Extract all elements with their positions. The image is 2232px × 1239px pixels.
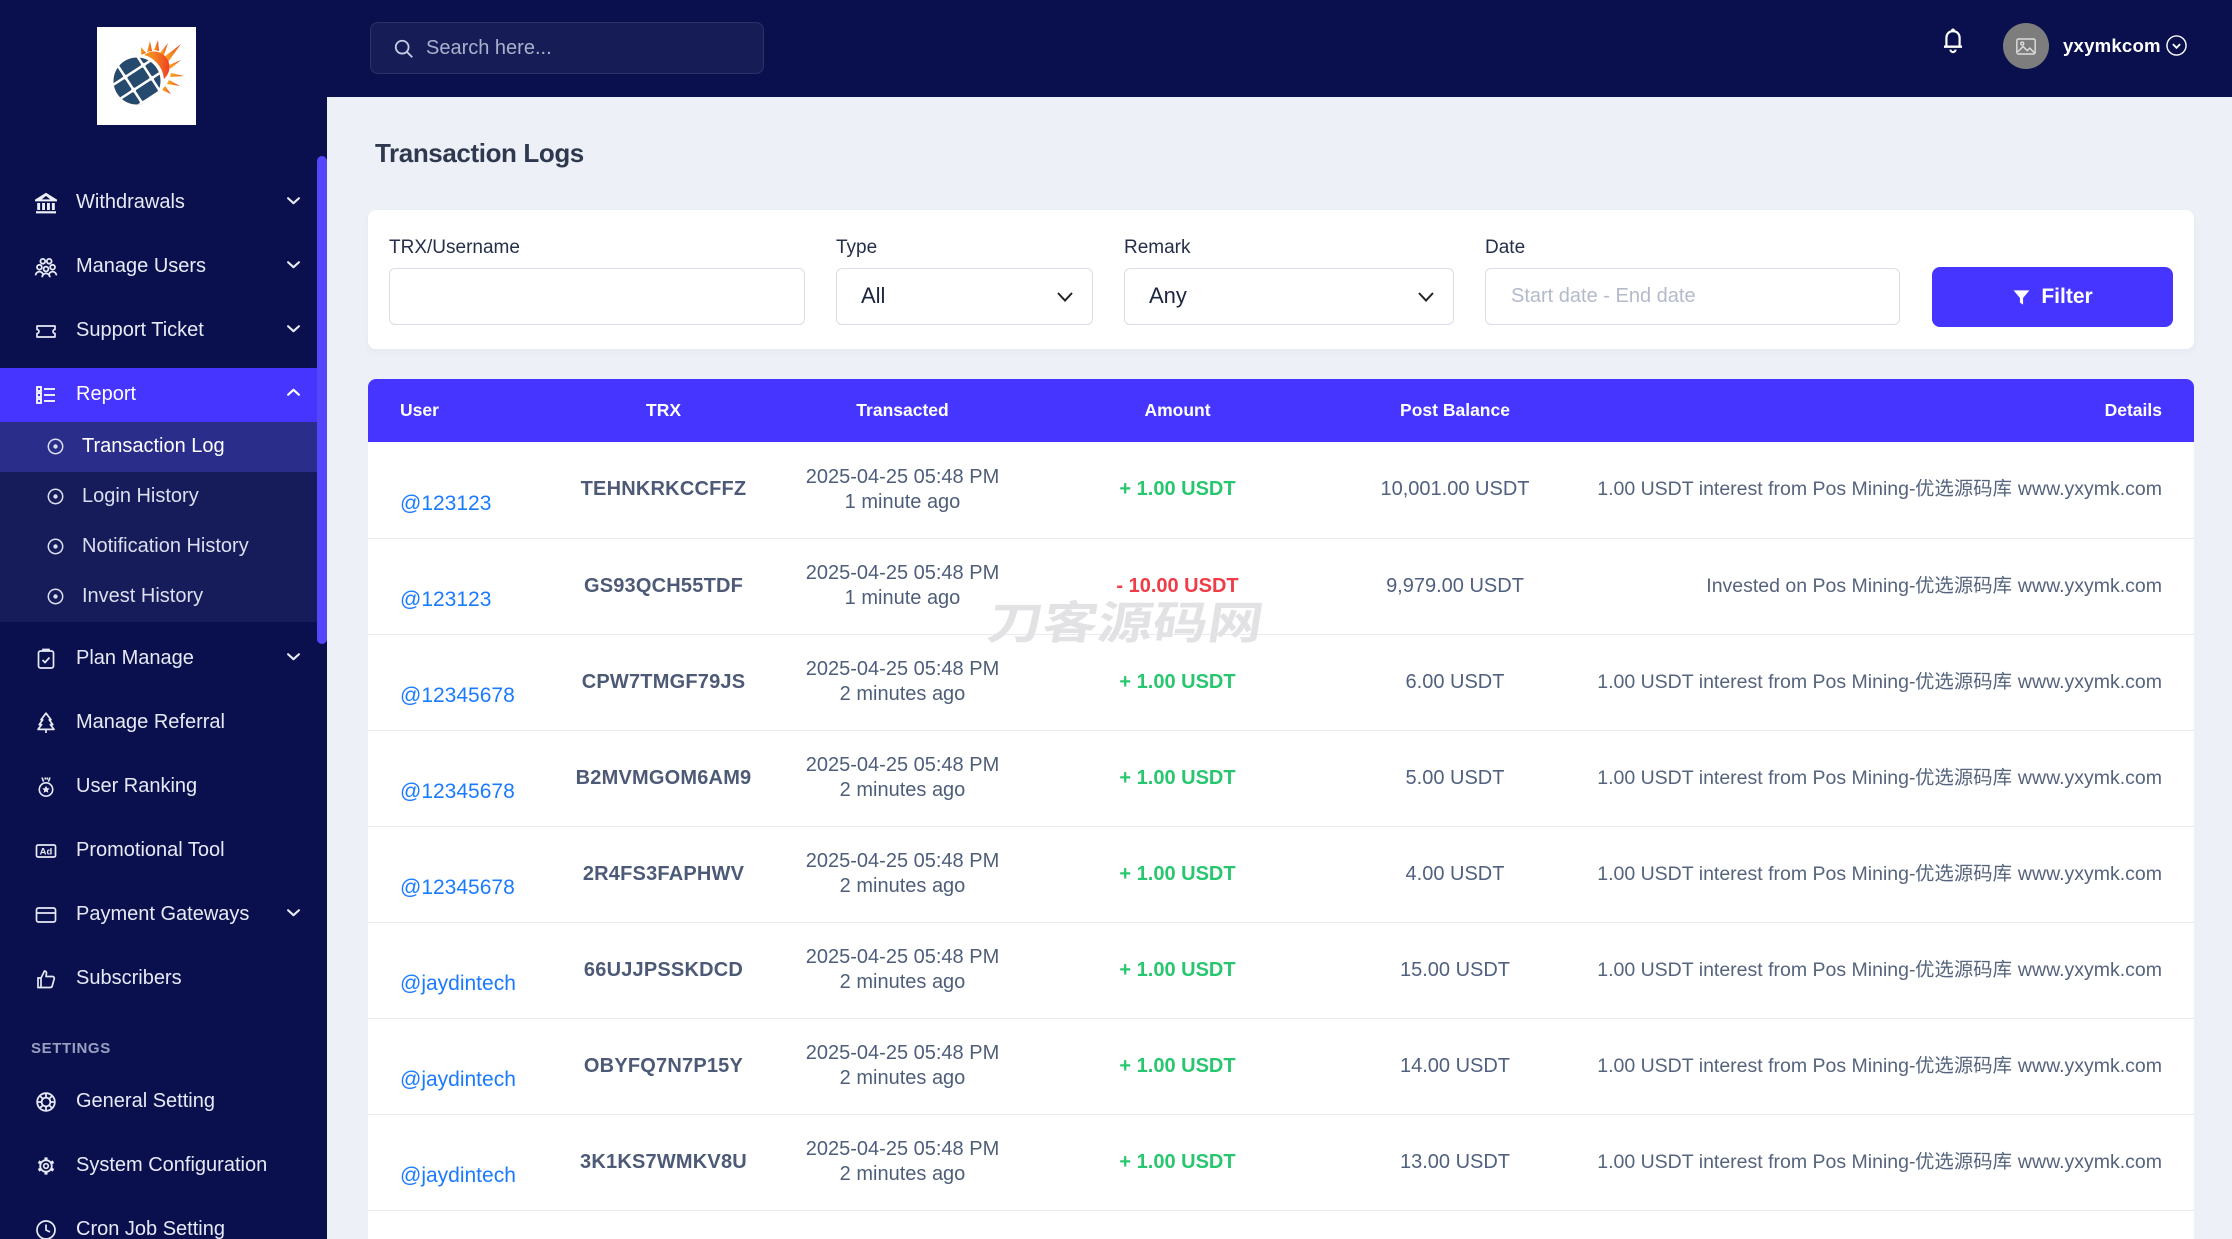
svg-text:Ad: Ad: [40, 846, 53, 857]
